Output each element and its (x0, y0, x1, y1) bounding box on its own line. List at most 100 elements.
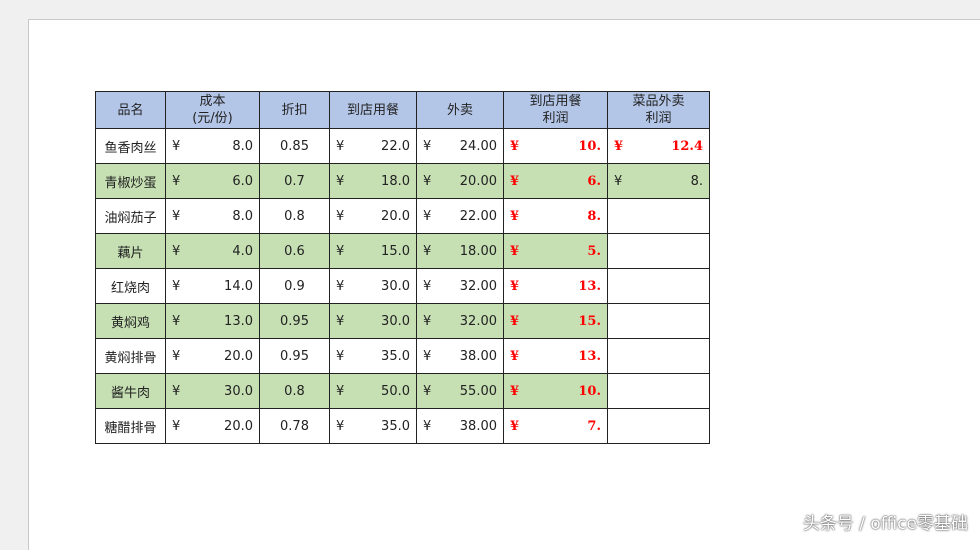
currency-symbol: ¥ (336, 348, 345, 364)
dish-name: 油焖茄子 (104, 210, 157, 226)
table-cell[interactable] (607, 303, 710, 339)
dish-name: 藕片 (117, 245, 144, 261)
table-cell[interactable] (607, 338, 710, 374)
table-cell[interactable]: 红烧肉 (95, 268, 166, 304)
table-row: 红烧肉 ¥14.0 0.9 ¥30.0 ¥32.00 ¥13. (95, 268, 710, 304)
table-cell[interactable]: ¥38.00 (416, 408, 504, 444)
value: 18.00 (459, 243, 497, 259)
table-cell[interactable]: ¥8.0 (165, 198, 260, 234)
currency-symbol: ¥ (423, 138, 432, 154)
currency-symbol: ¥ (423, 243, 432, 259)
table-cell[interactable] (607, 233, 710, 269)
currency-symbol: ¥ (336, 313, 345, 329)
table-cell[interactable]: 藕片 (95, 233, 166, 269)
table-cell[interactable]: ¥15. (503, 303, 608, 339)
currency-symbol: ¥ (510, 383, 520, 399)
table-cell[interactable] (607, 268, 710, 304)
table-cell[interactable]: ¥5. (503, 233, 608, 269)
table-cell[interactable]: 糖醋排骨 (95, 408, 166, 444)
column-header: 成本 (元/份) (165, 91, 260, 129)
table-row: 青椒炒蛋 ¥6.0 0.7 ¥18.0 ¥20.00 ¥6. ¥8. (95, 163, 710, 199)
column-header: 折扣 (259, 91, 330, 129)
table-cell[interactable]: 酱牛肉 (95, 373, 166, 409)
table-cell[interactable]: ¥32.00 (416, 303, 504, 339)
table-cell[interactable]: ¥18.00 (416, 233, 504, 269)
table-cell[interactable]: ¥7. (503, 408, 608, 444)
currency-symbol: ¥ (172, 243, 181, 259)
table-cell[interactable]: 黄焖鸡 (95, 303, 166, 339)
table-cell[interactable]: ¥35.0 (329, 408, 417, 444)
value: 13.0 (224, 313, 253, 329)
table-cell[interactable]: ¥50.0 (329, 373, 417, 409)
table-cell[interactable]: ¥20.0 (329, 198, 417, 234)
discount: 0.85 (280, 138, 309, 154)
table-cell[interactable] (607, 373, 710, 409)
value: 7. (587, 418, 601, 434)
table-cell[interactable]: ¥13.0 (165, 303, 260, 339)
table-cell[interactable]: ¥30.0 (165, 373, 260, 409)
value: 35.0 (381, 418, 410, 434)
table-cell[interactable]: ¥30.0 (329, 268, 417, 304)
table-cell[interactable]: ¥8. (607, 163, 710, 199)
table-cell[interactable]: ¥18.0 (329, 163, 417, 199)
table-cell[interactable] (607, 408, 710, 444)
table-cell[interactable]: ¥20.0 (165, 408, 260, 444)
table-cell[interactable]: 0.85 (259, 128, 330, 164)
table-cell[interactable]: 0.78 (259, 408, 330, 444)
table-cell[interactable]: ¥55.00 (416, 373, 504, 409)
table-cell[interactable]: ¥38.00 (416, 338, 504, 374)
discount: 0.6 (284, 243, 305, 259)
table-cell[interactable]: 0.95 (259, 338, 330, 374)
currency-symbol: ¥ (336, 418, 345, 434)
table-cell[interactable]: ¥4.0 (165, 233, 260, 269)
table-cell[interactable]: 0.6 (259, 233, 330, 269)
column-header: 菜品外卖 利润 (607, 91, 710, 129)
table-cell[interactable]: ¥35.0 (329, 338, 417, 374)
table-cell[interactable]: ¥13. (503, 268, 608, 304)
table-cell[interactable]: 0.9 (259, 268, 330, 304)
currency-symbol: ¥ (510, 313, 520, 329)
table-row: 酱牛肉 ¥30.0 0.8 ¥50.0 ¥55.00 ¥10. (95, 373, 710, 409)
table-cell[interactable]: 黄焖排骨 (95, 338, 166, 374)
table-cell[interactable]: ¥6. (503, 163, 608, 199)
table-cell[interactable]: ¥15.0 (329, 233, 417, 269)
table-cell[interactable]: 青椒炒蛋 (95, 163, 166, 199)
table-cell[interactable]: ¥10. (503, 128, 608, 164)
table-cell[interactable]: ¥20.00 (416, 163, 504, 199)
discount: 0.95 (280, 313, 309, 329)
table-cell[interactable]: ¥8. (503, 198, 608, 234)
table-cell[interactable]: 0.8 (259, 373, 330, 409)
table-cell[interactable]: ¥8.0 (165, 128, 260, 164)
table-cell[interactable]: 0.8 (259, 198, 330, 234)
table-cell[interactable]: ¥24.00 (416, 128, 504, 164)
table-cell[interactable]: ¥13. (503, 338, 608, 374)
currency-symbol: ¥ (423, 313, 432, 329)
currency-symbol: ¥ (172, 278, 181, 294)
table-row: 鱼香肉丝 ¥8.0 0.85 ¥22.0 ¥24.00 ¥10. ¥12.4 (95, 128, 710, 164)
table-cell[interactable]: ¥6.0 (165, 163, 260, 199)
table-cell[interactable]: ¥22.00 (416, 198, 504, 234)
table-cell[interactable]: ¥14.0 (165, 268, 260, 304)
table-cell[interactable]: ¥10. (503, 373, 608, 409)
table-cell[interactable]: ¥30.0 (329, 303, 417, 339)
table-cell[interactable]: 油焖茄子 (95, 198, 166, 234)
table-cell[interactable]: 0.7 (259, 163, 330, 199)
table-cell[interactable]: ¥12.4 (607, 128, 710, 164)
value: 20.0 (381, 208, 410, 224)
dish-name: 黄焖鸡 (110, 315, 150, 331)
value: 5. (587, 243, 601, 259)
table-row: 黄焖鸡 ¥13.0 0.95 ¥30.0 ¥32.00 ¥15. (95, 303, 710, 339)
table-cell[interactable]: ¥22.0 (329, 128, 417, 164)
currency-symbol: ¥ (423, 173, 432, 189)
value: 6.0 (232, 173, 253, 189)
watermark: 头条号 / office零基础 (802, 514, 968, 534)
table-cell[interactable]: ¥32.00 (416, 268, 504, 304)
table-cell[interactable]: ¥20.0 (165, 338, 260, 374)
value: 20.0 (224, 418, 253, 434)
currency-symbol: ¥ (336, 243, 345, 259)
table-cell[interactable]: 鱼香肉丝 (95, 128, 166, 164)
value: 20.00 (459, 173, 497, 189)
table-cell[interactable]: 0.95 (259, 303, 330, 339)
value: 4.0 (232, 243, 253, 259)
table-cell[interactable] (607, 198, 710, 234)
